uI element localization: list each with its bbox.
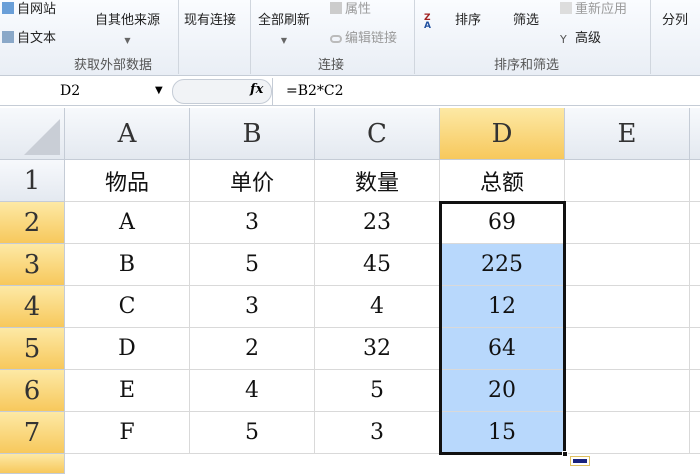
cell-C1[interactable]: 数量 xyxy=(315,160,440,202)
cell-A7[interactable]: F xyxy=(65,412,190,454)
cell-B7[interactable]: 5 xyxy=(190,412,315,454)
properties-icon xyxy=(330,2,342,14)
dropdown-arrow-icon: ▼ xyxy=(280,36,288,45)
column-header-B[interactable]: B xyxy=(190,108,315,160)
cell-E2[interactable] xyxy=(565,202,690,244)
column-header-C[interactable]: C xyxy=(315,108,440,160)
cell-B2[interactable]: 3 xyxy=(190,202,315,244)
filter-button[interactable]: 筛选 xyxy=(513,9,539,28)
group-label-connections: 连接 xyxy=(318,58,345,73)
cell-D6[interactable]: 20 xyxy=(440,370,565,412)
cell-E4[interactable] xyxy=(565,286,690,328)
group-label-external-data: 获取外部数据 xyxy=(74,58,153,73)
row-header-5[interactable]: 5 xyxy=(0,328,65,370)
link-icon xyxy=(330,35,342,43)
fill-handle[interactable] xyxy=(562,451,568,457)
name-box[interactable]: D2 ▼ xyxy=(0,80,172,104)
cell-B3[interactable]: 5 xyxy=(190,244,315,286)
advanced-filter-icon: Y xyxy=(560,33,567,46)
cell-B6[interactable]: 4 xyxy=(190,370,315,412)
cell-overflow[interactable] xyxy=(690,160,700,202)
insert-function-icon[interactable]: fx xyxy=(250,82,263,97)
existing-connections-button[interactable]: 现有连接 xyxy=(184,9,236,28)
cell-A4[interactable]: C xyxy=(65,286,190,328)
cell-A5[interactable]: D xyxy=(65,328,190,370)
sort-za-icon[interactable]: ZA xyxy=(424,14,431,31)
ribbon: 自网站 自文本 自其他来源 ▼ 现有连接 全部刷新 ▼ 属性 编辑链接 ZA 排序 … xyxy=(0,0,700,76)
cell-E6[interactable] xyxy=(565,370,690,412)
column-header-next[interactable] xyxy=(690,108,700,160)
cell-D5[interactable]: 64 xyxy=(440,328,565,370)
cell-D1[interactable]: 总额 xyxy=(440,160,565,202)
cell-overflow[interactable] xyxy=(690,244,700,286)
text-to-columns-button[interactable]: 分列 xyxy=(662,9,688,28)
column-header-E[interactable]: E xyxy=(565,108,690,160)
edit-links-button[interactable]: 编辑链接 xyxy=(330,27,397,46)
formula-input[interactable]: =B2*C2 xyxy=(286,83,344,99)
cell-overflow[interactable] xyxy=(690,412,700,454)
from-web-button[interactable]: 自网站 xyxy=(2,0,56,17)
row-header-1[interactable]: 1 xyxy=(0,160,65,202)
cell-B4[interactable]: 3 xyxy=(190,286,315,328)
column-header-D[interactable]: D xyxy=(440,108,565,160)
quick-analysis-icon[interactable] xyxy=(570,456,590,466)
column-header-A[interactable]: A xyxy=(65,108,190,160)
cell-overflow[interactable] xyxy=(690,370,700,412)
row-header-8[interactable] xyxy=(0,454,65,474)
text-file-icon xyxy=(2,31,14,43)
cell-D4[interactable]: 12 xyxy=(440,286,565,328)
sort-button[interactable]: 排序 xyxy=(455,9,481,28)
properties-button[interactable]: 属性 xyxy=(330,0,371,17)
row-header-2[interactable]: 2 xyxy=(0,202,65,244)
cell-E3[interactable] xyxy=(565,244,690,286)
cell-D2[interactable]: 69 xyxy=(440,202,565,244)
cell-C6[interactable]: 5 xyxy=(315,370,440,412)
from-other-sources-button[interactable]: 自其他来源 ▼ xyxy=(95,9,160,45)
dropdown-arrow-icon: ▼ xyxy=(124,36,131,45)
row-header-6[interactable]: 6 xyxy=(0,370,65,412)
cell-E1[interactable] xyxy=(565,160,690,202)
cell-E5[interactable] xyxy=(565,328,690,370)
from-text-button[interactable]: 自文本 xyxy=(2,27,56,46)
reapply-icon xyxy=(560,2,572,14)
cell-C2[interactable]: 23 xyxy=(315,202,440,244)
row-header-7[interactable]: 7 xyxy=(0,412,65,454)
reapply-button[interactable]: 重新应用 xyxy=(560,0,627,17)
cell-D7[interactable]: 15 xyxy=(440,412,565,454)
cell-E7[interactable] xyxy=(565,412,690,454)
cell-C3[interactable]: 45 xyxy=(315,244,440,286)
cell-overflow[interactable] xyxy=(690,202,700,244)
cell-C5[interactable]: 32 xyxy=(315,328,440,370)
cell-overflow[interactable] xyxy=(690,328,700,370)
web-icon xyxy=(2,2,14,14)
cell-overflow[interactable] xyxy=(690,286,700,328)
cell-D3[interactable]: 225 xyxy=(440,244,565,286)
cell-C4[interactable]: 4 xyxy=(315,286,440,328)
formula-bar: D2 ▼ fx =B2*C2 xyxy=(0,78,700,106)
cell-B1[interactable]: 单价 xyxy=(190,160,315,202)
row-header-3[interactable]: 3 xyxy=(0,244,65,286)
cell-C7[interactable]: 3 xyxy=(315,412,440,454)
name-box-dropdown-icon[interactable]: ▼ xyxy=(155,85,163,96)
refresh-all-button[interactable]: 全部刷新 ▼ xyxy=(258,9,310,45)
cell-A1[interactable]: 物品 xyxy=(65,160,190,202)
cell-A3[interactable]: B xyxy=(65,244,190,286)
row-header-4[interactable]: 4 xyxy=(0,286,65,328)
cell-A2[interactable]: A xyxy=(65,202,190,244)
cell-B5[interactable]: 2 xyxy=(190,328,315,370)
select-all-button[interactable] xyxy=(0,108,65,160)
advanced-button[interactable]: Y 高级 xyxy=(560,27,601,46)
group-label-sort-filter: 排序和筛选 xyxy=(494,58,560,73)
cell-A6[interactable]: E xyxy=(65,370,190,412)
